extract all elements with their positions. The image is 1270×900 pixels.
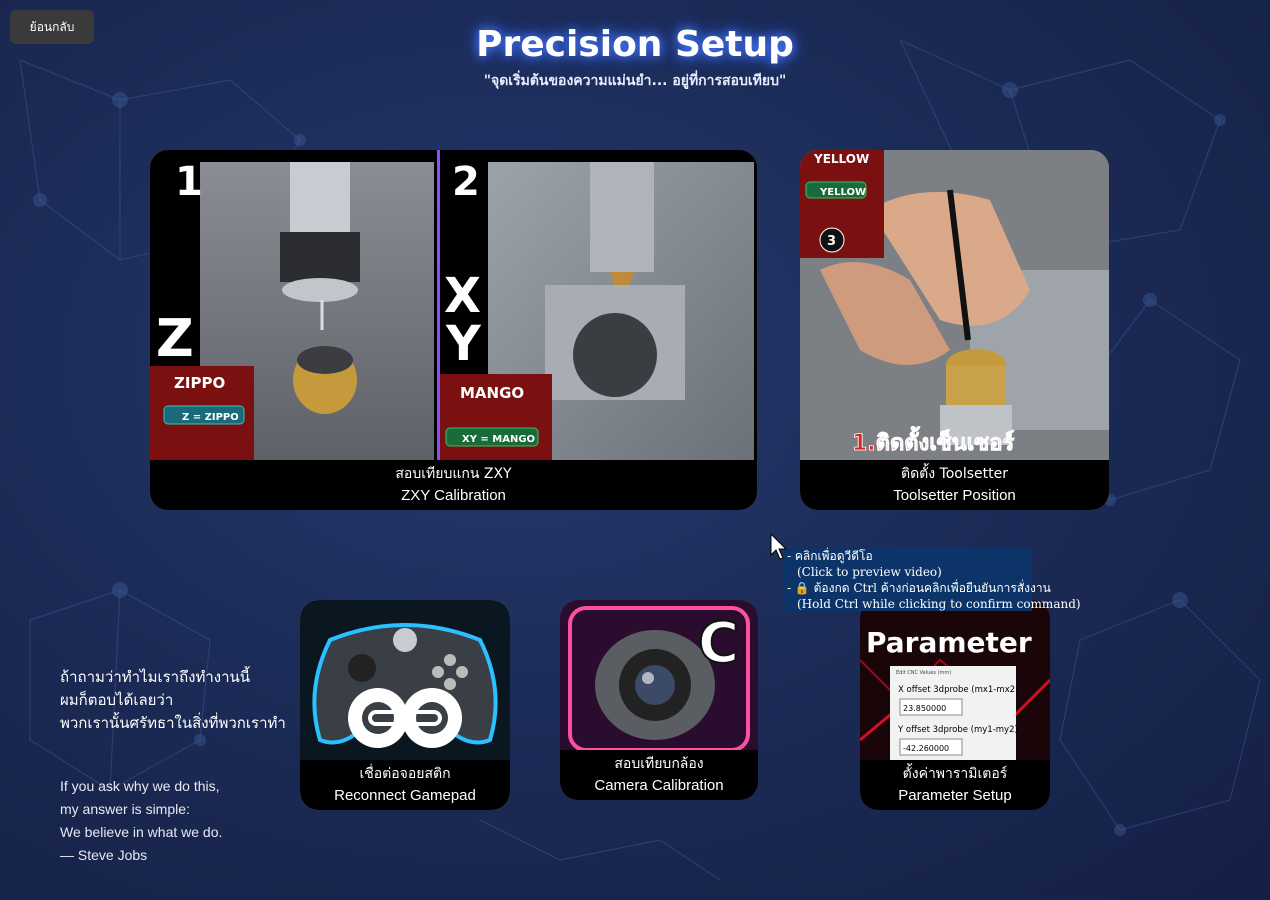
page-subtitle: "จุดเริ่มต้นของความแม่นยำ... อยู่ที่การส… [483, 73, 787, 89]
gamepad-caption-en: Reconnect Gamepad [334, 787, 476, 804]
toolsetter-position-card[interactable]: YELLOW YELLOW 3 1.ติดตั้งเซ็นเซอร์ ติดตั… [800, 150, 1109, 510]
parameter-caption-en: Parameter Setup [898, 787, 1012, 804]
tooltip-line-3: - 🔒 ต้องกด Ctrl ค้างก่อนคลิกเพื่อยืนยันก… [787, 581, 1051, 595]
toolsetter-thumbnail: YELLOW YELLOW 3 1.ติดตั้งเซ็นเซอร์ [800, 150, 1109, 460]
toolsetter-caption-th: ติดตั้ง Toolsetter [900, 466, 1008, 482]
english-quote-line-2: my answer is simple: [60, 801, 190, 817]
thumb-num-1: 1 [175, 159, 203, 205]
thai-quote-line-1: ถ้าถามว่าทำไมเราถึงทำงานนี้ [60, 668, 251, 686]
english-quote: If you ask why we do this, my answer is … [60, 775, 222, 867]
thumb-axis-y: Y [445, 316, 482, 372]
camera-caption-th: สอบเทียบกล้อง [614, 756, 704, 772]
thumb-num-2: 2 [452, 159, 480, 205]
thumb-x-offset-label: X offset 3dprobe (mx1-mx2) [898, 685, 1018, 695]
thumb-label-yellow: YELLOW [813, 152, 869, 166]
tooltip-line-2: (Click to preview video) [797, 565, 942, 579]
english-quote-line-3: We believe in what we do. [60, 824, 223, 840]
reconnect-gamepad-card[interactable]: เชื่อต่อจอยสติก Reconnect Gamepad [300, 600, 510, 810]
zxy-calibration-caption: สอบเทียบแกน ZXY ZXY Calibration [150, 460, 757, 510]
mouse-cursor-icon [770, 533, 788, 560]
tooltip-line-1: - คลิกเพื่อดูวีดีโอ [787, 549, 873, 563]
gamepad-thumbnail [300, 600, 510, 760]
parameter-thumbnail: Parameter Edit CNC Values (mm) X offset … [860, 600, 1050, 760]
zxy-calibration-card[interactable]: 1 Z ZIPPO Z = ZIPPO 2 X Y MANGO XY = MAN… [150, 150, 757, 510]
thumb-label-zippo: ZIPPO [174, 374, 225, 392]
parameter-caption-th: ตั้งค่าพารามิเตอร์ [902, 766, 1008, 782]
thumb-y-offset-label: Y offset 3dprobe (my1-my2) [897, 725, 1018, 735]
zxy-calibration-thumbnail: 1 Z ZIPPO Z = ZIPPO 2 X Y MANGO XY = MAN… [150, 150, 757, 460]
toolsetter-caption: ติดตั้ง Toolsetter Toolsetter Position [800, 460, 1109, 510]
video-preview-tooltip: - คลิกเพื่อดูวีดีโอ (Click to preview vi… [783, 547, 1081, 611]
thumb-y-offset-value: -42.260000 [903, 744, 949, 753]
thumb-badge-mango: XY = MANGO [462, 434, 535, 445]
parameter-caption: ตั้งค่าพารามิเตอร์ Parameter Setup [860, 760, 1050, 810]
camera-calibration-card[interactable]: C สอบเทียบกล้อง Camera Calibration [560, 600, 758, 800]
page-title: Precision Setup [476, 24, 794, 65]
thai-quote-line-2: ผมก็ตอบได้เลยว่า [60, 691, 174, 709]
zxy-caption-en: ZXY Calibration [401, 487, 506, 504]
camera-caption: สอบเทียบกล้อง Camera Calibration [560, 750, 758, 800]
thai-quote: ถ้าถามว่าทำไมเราถึงทำงานนี้ ผมก็ตอบได้เล… [60, 666, 286, 735]
gamepad-caption: เชื่อต่อจอยสติก Reconnect Gamepad [300, 760, 510, 810]
thumb-badge-zippo: Z = ZIPPO [182, 412, 239, 423]
english-quote-line-1: If you ask why we do this, [60, 778, 220, 794]
tooltip-line-4: (Hold Ctrl while clicking to confirm com… [797, 597, 1081, 611]
thumb-axis-z: Z [156, 309, 194, 369]
thumb-x-offset-value: 23.850000 [903, 704, 946, 713]
thumb-badge-yellow: YELLOW [819, 187, 866, 198]
thumb-label-mango: MANGO [460, 384, 524, 402]
gamepad-caption-th: เชื่อต่อจอยสติก [359, 766, 451, 782]
thumb-num-3: 3 [827, 234, 836, 249]
parameter-setup-card[interactable]: Parameter Edit CNC Values (mm) X offset … [860, 600, 1050, 810]
camera-thumbnail: C [560, 600, 758, 750]
toolsetter-caption-en: Toolsetter Position [893, 487, 1016, 504]
thumb-letter-c: C [698, 611, 739, 676]
english-quote-attribution: — Steve Jobs [60, 847, 148, 863]
thumb-window-title: Edit CNC Values (mm) [896, 670, 951, 676]
thai-quote-line-3: พวกเรานั้นศรัทธาในสิ่งที่พวกเราทำ [60, 714, 286, 732]
zxy-caption-th: สอบเทียบแกน ZXY [395, 466, 512, 482]
camera-caption-en: Camera Calibration [594, 777, 724, 794]
thumb-overlay-install-sensor: 1.ติดตั้งเซ็นเซอร์ [852, 426, 1014, 456]
thumb-parameter-heading: Parameter [866, 626, 1032, 659]
